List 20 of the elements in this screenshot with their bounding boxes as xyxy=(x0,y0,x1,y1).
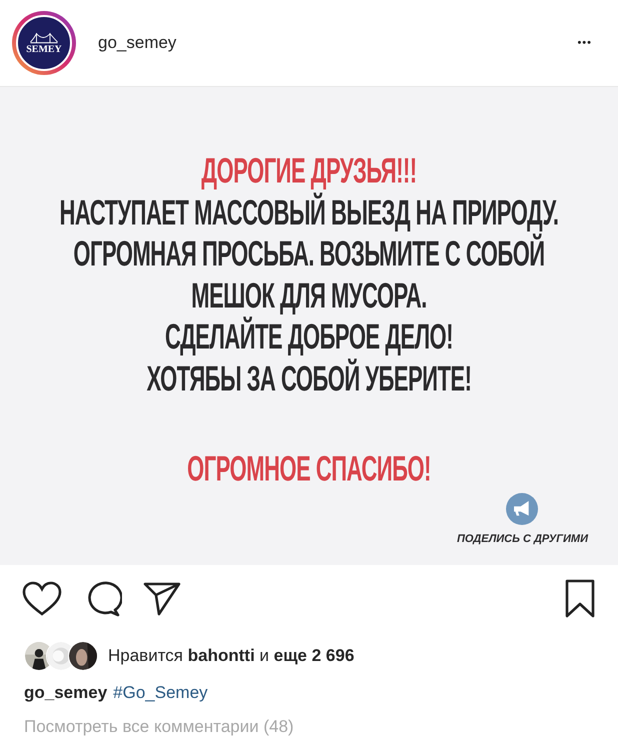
poster-text: ОГРОМНОЕ СПАСИБО! xyxy=(187,446,431,490)
poster-text: ОГРОМНАЯ ПРОСЬБА. ВОЗЬМИТЕ С СОБОЙ xyxy=(73,232,545,276)
send-icon[interactable] xyxy=(142,581,182,617)
poster-text: СДЕЛАЙТЕ ДОБРОЕ ДЕЛО! xyxy=(165,316,453,358)
caption-username[interactable]: go_semey xyxy=(24,683,108,703)
hashtag-link[interactable]: #Go_Semey xyxy=(113,683,208,703)
megaphone-icon xyxy=(506,493,538,526)
username[interactable]: go_semey xyxy=(98,33,176,53)
bookmark-icon[interactable] xyxy=(564,579,596,619)
heart-icon[interactable] xyxy=(22,581,62,617)
share-label: ПОДЕЛИСЬ С ДРУГИМИ xyxy=(456,533,588,546)
poster-text: ХОТЯБЫ ЗА СОБОЙ УБЕРИТЕ! xyxy=(146,357,472,400)
bridge-icon xyxy=(29,31,59,44)
more-button[interactable]: ••• xyxy=(577,37,592,49)
poster-text: НАСТУПАЕТ МАССОВЫЙ ВЫЕЗД НА ПРИРОДУ. xyxy=(59,190,559,234)
likes-text: Нравится bahontti и еще 2 696 xyxy=(108,646,354,666)
poster-text: МЕШОК ДЛЯ МУСОРА. xyxy=(191,274,427,316)
poster-text: ДОРОГИЕ ДРУЗЬЯ!!! xyxy=(201,149,417,192)
logo-text: SEMEY xyxy=(26,44,62,55)
avatar[interactable]: SEMEY xyxy=(12,11,76,75)
